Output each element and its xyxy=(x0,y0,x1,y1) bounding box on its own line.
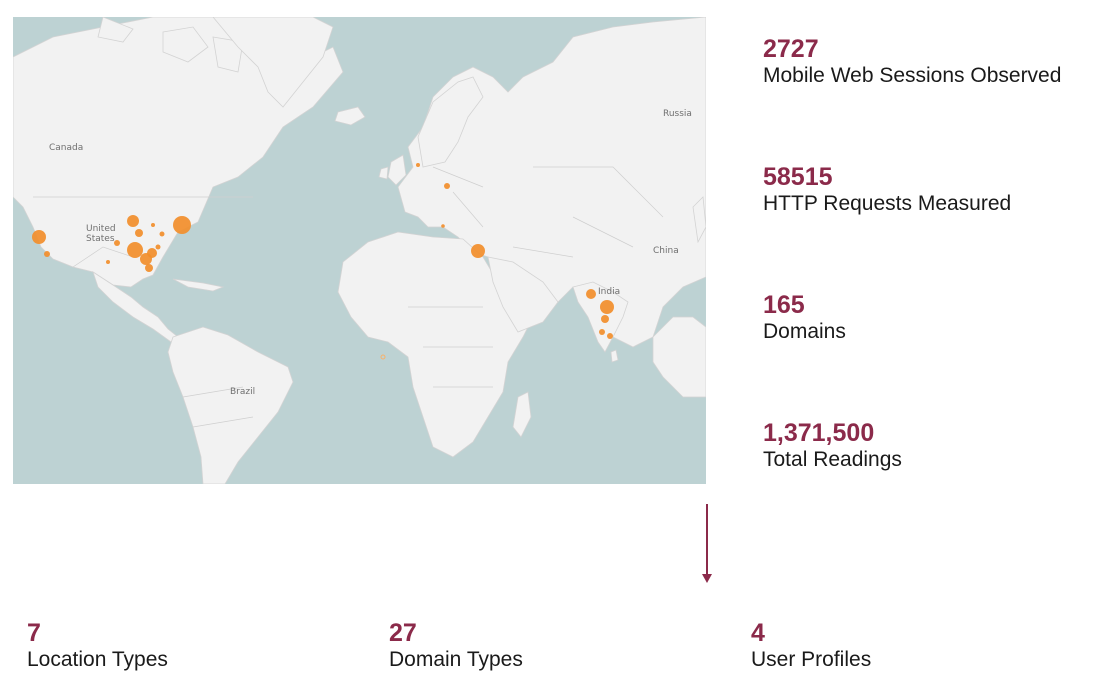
world-map-svg: Canada United States Brazil Russia China… xyxy=(13,17,706,484)
marker-socal[interactable] xyxy=(44,251,50,257)
stat-user-profiles-value: 4 xyxy=(751,619,765,647)
marker-east-2[interactable] xyxy=(159,231,165,237)
marker-scandinavia[interactable] xyxy=(416,163,420,167)
marker-midwest-2[interactable] xyxy=(135,229,143,237)
label-united: United xyxy=(86,224,116,234)
stat-readings: 1,371,500 Total Readings xyxy=(763,419,902,473)
stat-domain-types-label: Domain Types xyxy=(389,648,523,671)
stat-domain-types: 27 Domain Types xyxy=(389,619,523,673)
marker-central-1[interactable] xyxy=(114,240,120,246)
stat-requests: 58515 HTTP Requests Measured xyxy=(763,163,1011,217)
stat-readings-value: 1,371,500 xyxy=(763,419,875,447)
marker-greece[interactable] xyxy=(441,224,445,228)
marker-new-york[interactable] xyxy=(173,216,191,234)
south-america-landmass xyxy=(167,326,294,484)
marker-east-3[interactable] xyxy=(151,223,155,227)
marker-midwest-1[interactable] xyxy=(127,215,139,227)
marker-india-south-1[interactable] xyxy=(601,315,609,323)
marker-india-south-3[interactable] xyxy=(607,333,613,339)
marker-poland[interactable] xyxy=(444,183,450,189)
stat-domains: 165 Domains xyxy=(763,291,846,345)
stat-location-types: 7 Location Types xyxy=(27,619,168,673)
stat-user-profiles: 4 User Profiles xyxy=(751,619,871,673)
down-arrow-shaft xyxy=(706,504,708,576)
stat-domains-label: Domains xyxy=(763,320,846,343)
stat-sessions: 2727 Mobile Web Sessions Observed xyxy=(763,35,1061,89)
down-arrow-icon xyxy=(702,574,712,583)
stat-sessions-value: 2727 xyxy=(763,35,819,63)
stat-location-types-value: 7 xyxy=(27,619,41,647)
label-states: States xyxy=(86,234,115,244)
marker-atlanta[interactable] xyxy=(127,242,143,258)
stat-domain-types-value: 27 xyxy=(389,619,417,647)
marker-atlantic[interactable] xyxy=(380,354,386,360)
iceland-landmass xyxy=(334,106,366,126)
marker-india-north[interactable] xyxy=(586,289,596,299)
marker-california[interactable] xyxy=(32,230,46,244)
world-map[interactable]: Canada United States Brazil Russia China… xyxy=(13,17,706,484)
madagascar-landmass xyxy=(512,391,532,438)
label-canada: Canada xyxy=(49,143,83,153)
stat-sessions-label: Mobile Web Sessions Observed xyxy=(763,64,1062,87)
british-isles-landmass xyxy=(378,154,407,186)
marker-israel[interactable] xyxy=(471,244,485,258)
stat-domains-value: 165 xyxy=(763,291,805,319)
stat-location-types-label: Location Types xyxy=(27,648,168,671)
label-brazil: Brazil xyxy=(230,387,255,397)
stat-requests-label: HTTP Requests Measured xyxy=(763,192,1012,215)
label-russia: Russia xyxy=(663,109,692,119)
stat-user-profiles-label: User Profiles xyxy=(751,648,872,671)
marker-florida[interactable] xyxy=(145,264,153,272)
southeast-asia-landmass xyxy=(652,316,706,398)
marker-india-central[interactable] xyxy=(600,300,614,314)
marker-south-1[interactable] xyxy=(140,253,152,265)
label-china: China xyxy=(653,246,679,256)
stat-readings-label: Total Readings xyxy=(763,448,902,471)
marker-india-south-2[interactable] xyxy=(599,329,605,335)
stat-requests-value: 58515 xyxy=(763,163,833,191)
marker-texas[interactable] xyxy=(106,260,110,264)
label-india: India xyxy=(598,287,620,297)
marker-east-1[interactable] xyxy=(155,244,161,250)
sri-lanka-landmass xyxy=(610,349,619,363)
